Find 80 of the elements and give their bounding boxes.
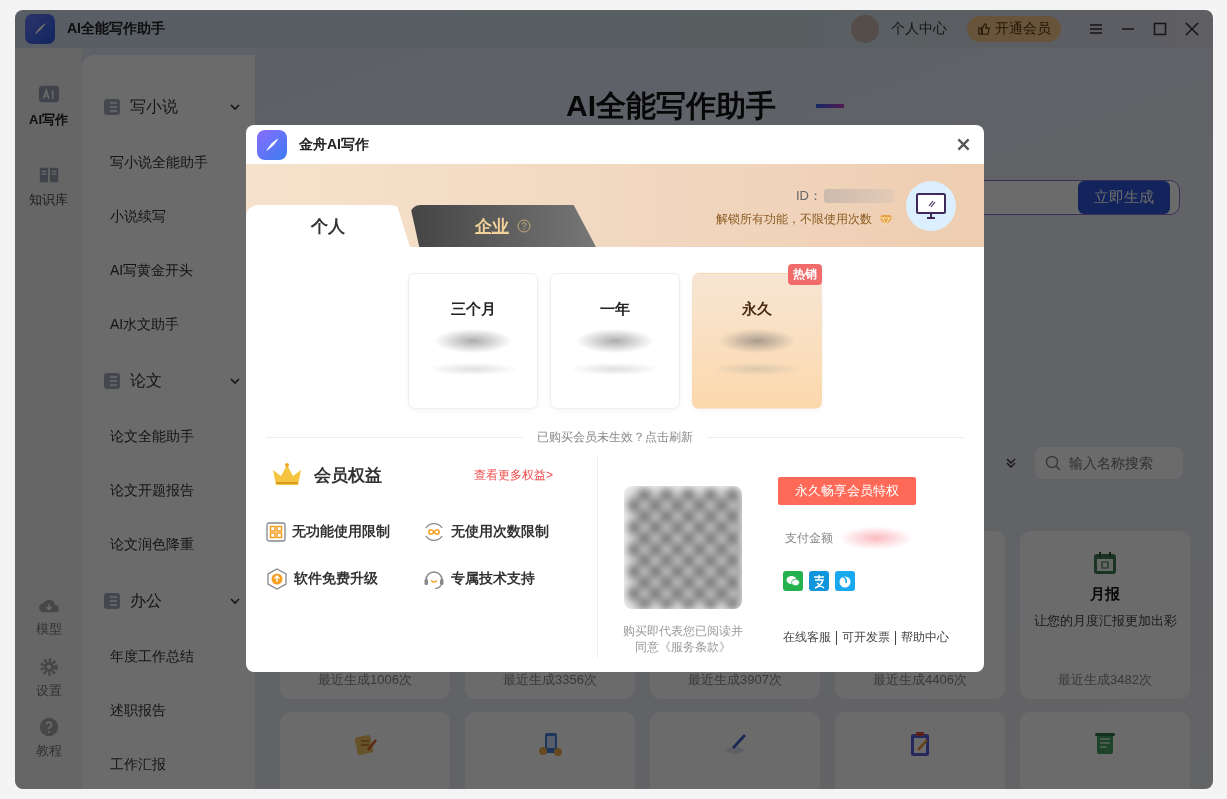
menu-group-header[interactable]: 办公 xyxy=(82,572,255,630)
settings-icon xyxy=(38,657,59,677)
menu-item[interactable]: 论文润色降重 xyxy=(82,518,255,572)
menu-item[interactable]: AI水文助手 xyxy=(82,298,255,352)
benefit-label: 软件免费升级 xyxy=(294,570,378,588)
benefits-title: 会员权益 xyxy=(314,464,382,487)
maximize-icon[interactable] xyxy=(1153,22,1167,36)
rail-item[interactable]: AI写作 xyxy=(29,84,68,164)
vip-tagline: 解锁所有功能，不限使用次数 xyxy=(716,211,872,228)
wechat-pay-icon[interactable] xyxy=(783,571,803,591)
chevron-icon xyxy=(229,375,241,387)
calendar-icon xyxy=(1091,549,1119,577)
card-description: 让您的月度汇报更加出彩 xyxy=(1033,612,1177,630)
refresh-link[interactable]: 已购买会员未生效？点击刷新 xyxy=(537,429,693,446)
footer-link[interactable]: 可开发票 xyxy=(842,629,890,646)
diamond-icon xyxy=(878,213,894,226)
plan-name: 永久 xyxy=(742,300,772,319)
payment-app-icon[interactable] xyxy=(835,571,855,591)
help-icon[interactable] xyxy=(517,219,531,233)
dialog-title: 金舟AI写作 xyxy=(299,135,369,154)
plan-card[interactable]: 三个月 xyxy=(408,273,538,409)
footer-link[interactable]: 在线客服 xyxy=(783,629,831,646)
plan-tab[interactable]: 个人 xyxy=(246,205,410,247)
amount-label: 支付金额 xyxy=(785,529,833,547)
window-title: AI全能写作助手 xyxy=(67,20,165,38)
buy-vip-button[interactable]: 永久畅享会员特权 xyxy=(778,477,916,505)
computer-avatar-icon[interactable] xyxy=(906,180,956,231)
menu-item[interactable]: 写小说全能助手 xyxy=(82,136,255,190)
menu-item[interactable]: 论文开题报告 xyxy=(82,464,255,518)
hot-sale-badge: 热销 xyxy=(788,264,822,285)
menu-item[interactable]: 工作汇报 xyxy=(82,738,255,789)
document-icon xyxy=(102,591,122,611)
crown-icon xyxy=(270,462,304,488)
phone-icon xyxy=(536,730,564,758)
alipay-icon[interactable] xyxy=(809,571,829,591)
app-logo-icon xyxy=(257,129,287,160)
search-field[interactable]: 输入名称搜索 xyxy=(1035,447,1183,479)
cloud-download-icon xyxy=(37,597,60,615)
collapse-icon[interactable] xyxy=(1005,457,1017,469)
grid-icon xyxy=(266,522,286,542)
menu-group-header[interactable]: 论文 xyxy=(82,352,255,410)
close-icon[interactable] xyxy=(957,138,970,151)
benefit-label: 无功能使用限制 xyxy=(292,523,390,541)
more-benefits-link[interactable]: 查看更多权益> xyxy=(474,466,553,484)
user-id-label: ID： xyxy=(796,187,822,205)
main-title: AI全能写作助手 xyxy=(566,87,776,124)
menu-item[interactable]: 年度工作总结 xyxy=(82,630,255,684)
plan-name: 一年 xyxy=(600,300,630,319)
menu-item[interactable]: AI写黄金开头 xyxy=(82,244,255,298)
plan-tab[interactable]: 企业 xyxy=(410,205,596,247)
user-center-link[interactable]: 个人中心 xyxy=(891,20,947,38)
help-icon xyxy=(38,717,59,737)
app-logo-icon xyxy=(25,14,55,44)
chevron-icon xyxy=(229,101,241,113)
rail-item[interactable]: 知识库 xyxy=(29,164,68,244)
search-input[interactable]: 输入名称搜索 xyxy=(1067,454,1171,472)
title-decoration xyxy=(816,104,844,108)
menu-item[interactable]: 述职报告 xyxy=(82,684,255,738)
thumbs-up-icon xyxy=(977,22,991,36)
agreement-text: 购买即代表您已阅读并同意《服务条款》 xyxy=(622,623,744,655)
plan-name: 三个月 xyxy=(450,300,496,319)
document-icon xyxy=(102,97,122,117)
benefit-label: 无使用次数限制 xyxy=(451,523,549,541)
blurred-user-id xyxy=(824,189,894,203)
plan-card[interactable]: 一年 xyxy=(550,273,680,409)
infinity-icon xyxy=(423,522,445,542)
search-icon xyxy=(1045,455,1061,471)
upgrade-icon xyxy=(266,568,288,590)
chevron-icon xyxy=(229,595,241,607)
benefit-label: 专属技术支持 xyxy=(451,570,535,588)
footer-link[interactable]: 帮助中心 xyxy=(901,629,949,646)
vip-button[interactable]: 开通会员 xyxy=(967,16,1061,42)
card-title: 月报 xyxy=(1090,585,1120,604)
menu-group-header[interactable]: 写小说 xyxy=(82,78,255,136)
headset-icon xyxy=(423,568,445,590)
menu-item[interactable]: 论文全能助手 xyxy=(82,410,255,464)
user-avatar[interactable] xyxy=(851,15,879,43)
generate-button[interactable]: 立即生成 xyxy=(1078,181,1170,214)
menu-icon[interactable] xyxy=(1089,22,1103,36)
document-icon xyxy=(102,371,122,391)
